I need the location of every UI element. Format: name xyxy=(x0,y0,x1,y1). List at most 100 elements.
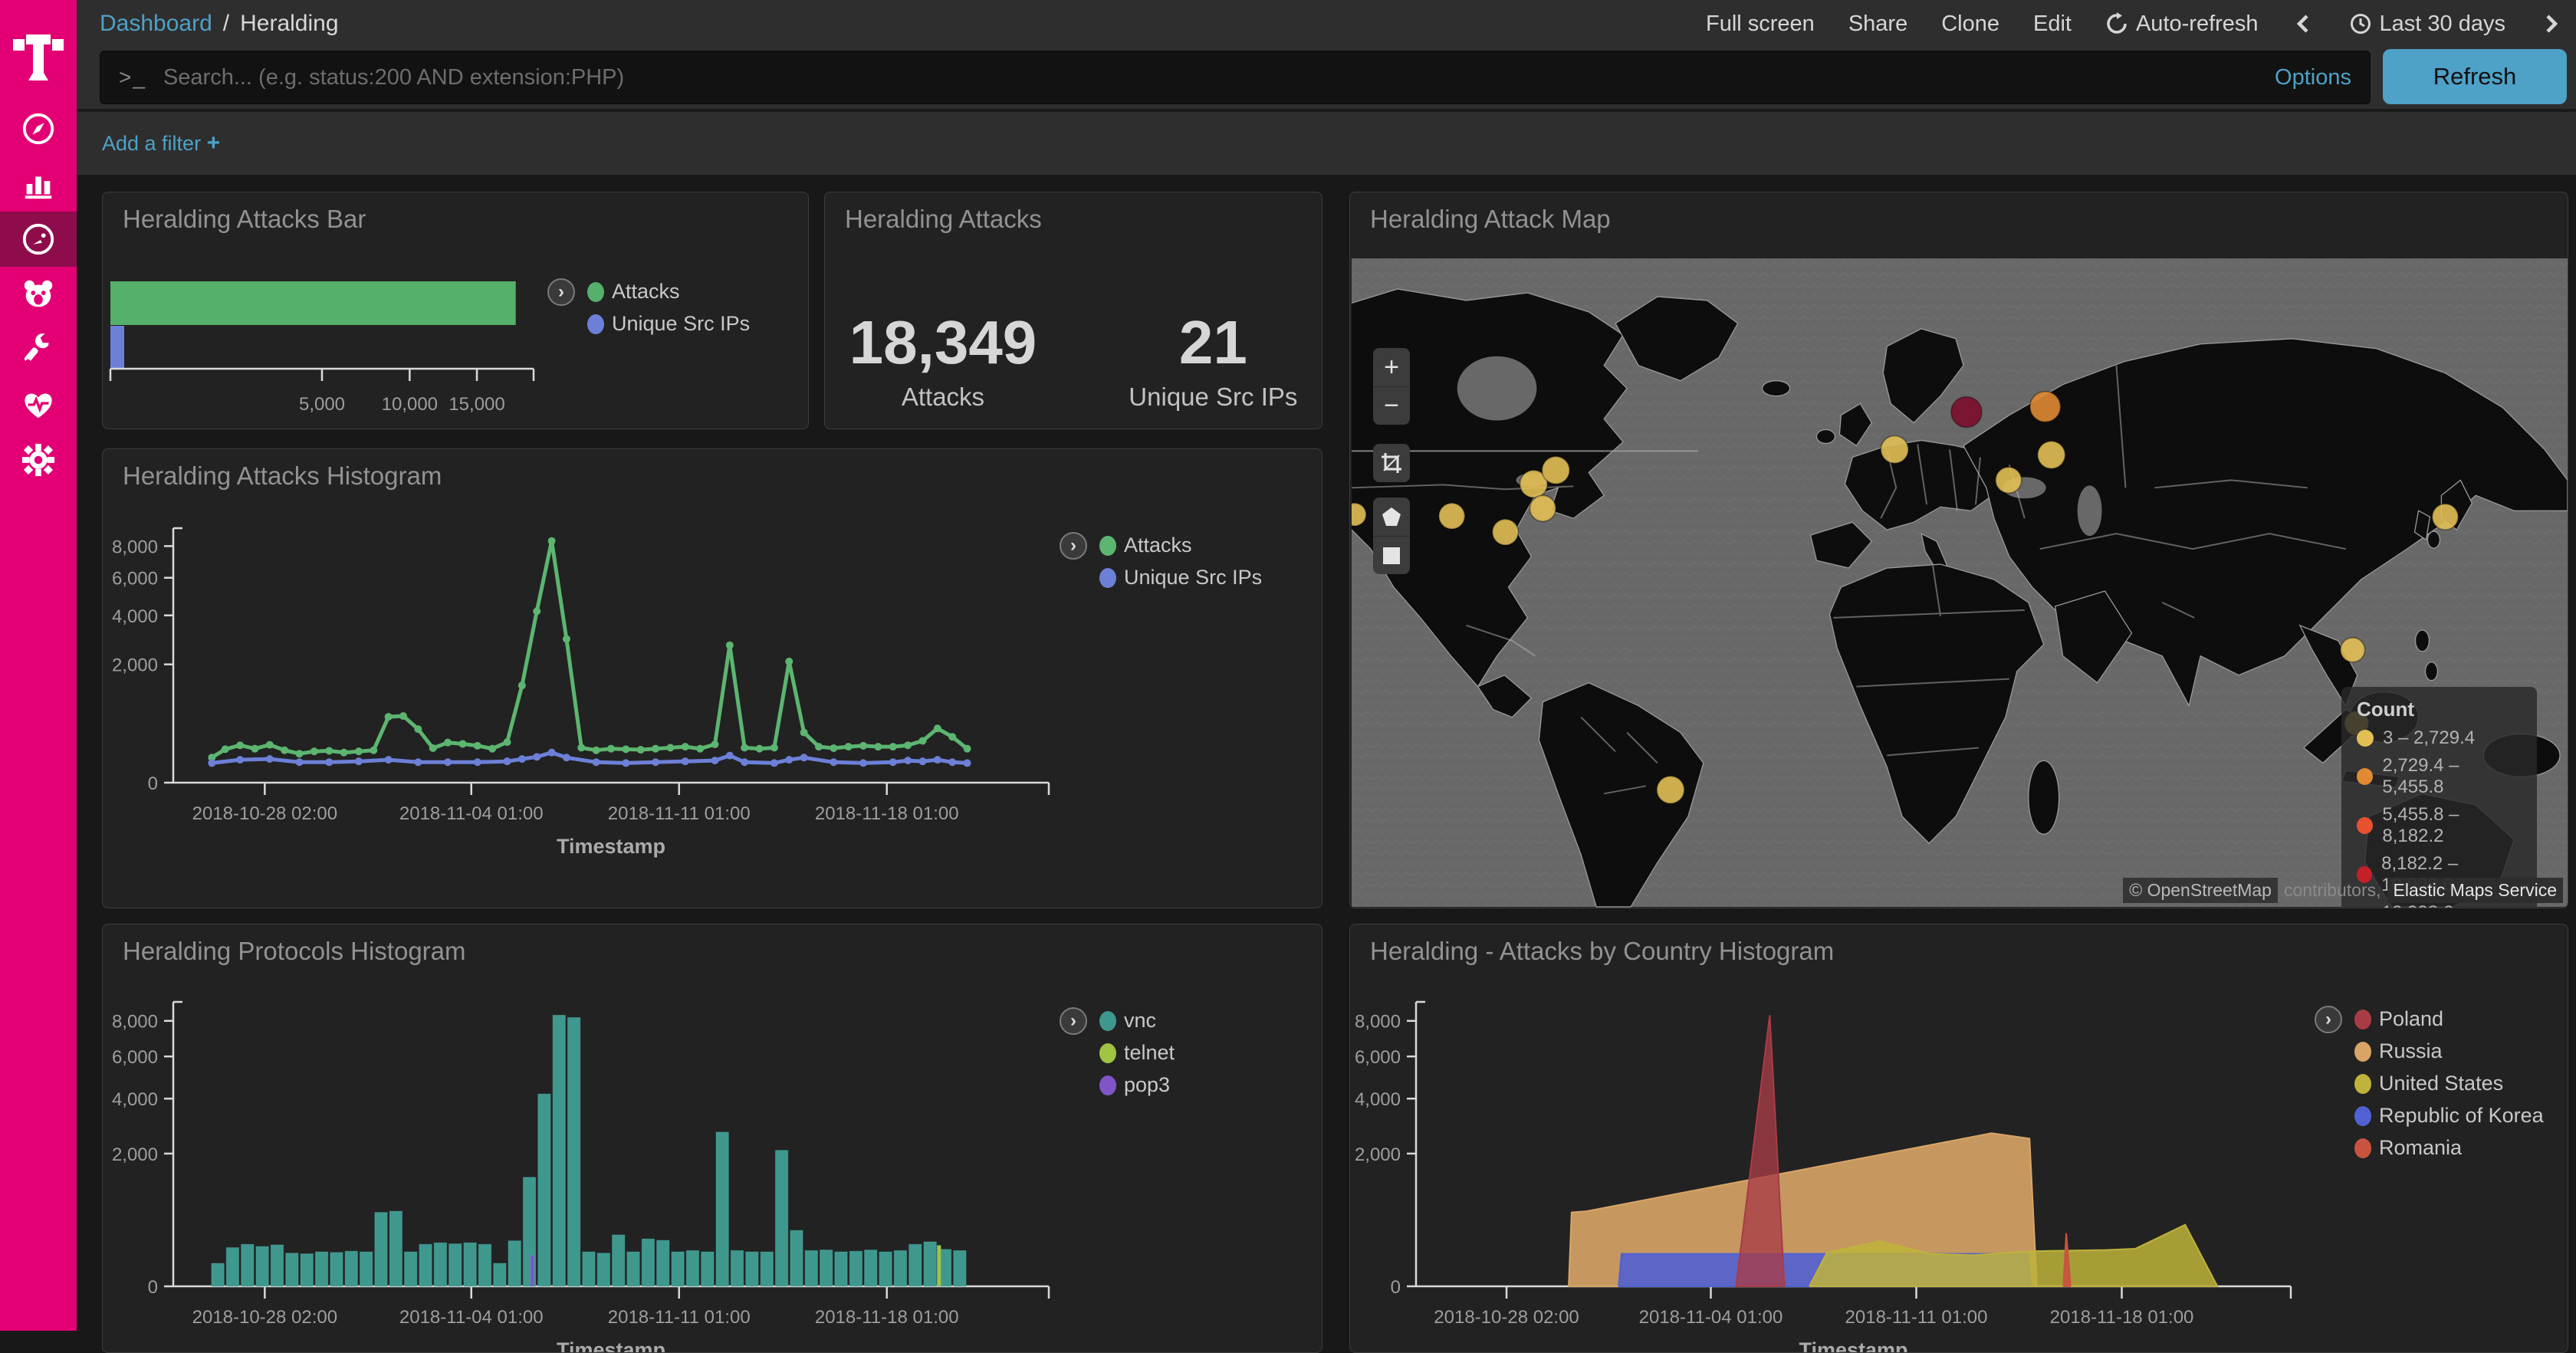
metric-attacks: 18,349 Attacks xyxy=(849,307,1037,412)
svg-text:8,000: 8,000 xyxy=(112,1012,158,1033)
legend-item[interactable]: Russia xyxy=(2354,1039,2544,1063)
zoom-in-button[interactable]: + xyxy=(1373,348,1410,386)
svg-text:0: 0 xyxy=(1391,1277,1401,1298)
panel-attacks-metric: Heralding Attacks 18,349 Attacks 21 Uniq… xyxy=(824,192,1322,429)
t-mobile-logo[interactable] xyxy=(0,0,77,101)
sidebar-item-devtools[interactable] xyxy=(0,322,77,377)
sidebar-item-tpot[interactable] xyxy=(0,267,77,322)
panel-attack-map: Heralding Attack Map xyxy=(1349,192,2568,908)
svg-text:2018-11-11 01:00: 2018-11-11 01:00 xyxy=(608,1307,751,1328)
sidebar-item-dashboard[interactable] xyxy=(0,212,77,267)
legend-item[interactable]: telnet xyxy=(1099,1041,1175,1065)
attacks-histogram-chart[interactable]: 02,0004,0006,0008,0002018-10-28 02:00201… xyxy=(103,449,1322,908)
breadcrumb: Dashboard / Heralding xyxy=(100,11,339,37)
map-count-legend: Count 3 – 2,729.42,729.4 – 5,455.85,455.… xyxy=(2341,687,2537,908)
svg-text:2018-11-18 01:00: 2018-11-18 01:00 xyxy=(815,803,959,824)
svg-text:2018-11-18 01:00: 2018-11-18 01:00 xyxy=(815,1307,959,1328)
breadcrumb-dashboard[interactable]: Dashboard xyxy=(100,11,212,37)
full-screen-button[interactable]: Full screen xyxy=(1706,11,1815,37)
sidebar-item-discover[interactable] xyxy=(0,101,77,156)
panel-country-histogram: Heralding - Attacks by Country Histogram… xyxy=(1349,924,2568,1353)
svg-text:2018-11-18 01:00: 2018-11-18 01:00 xyxy=(2050,1307,2194,1328)
svg-text:8,000: 8,000 xyxy=(112,537,158,557)
draw-rectangle-button[interactable] xyxy=(1373,536,1410,574)
legend-item[interactable]: Unique Src IPs xyxy=(1099,566,1262,589)
time-forward-button[interactable] xyxy=(2539,12,2562,35)
svg-text:Timestamp: Timestamp xyxy=(1799,1338,1907,1352)
legend-item[interactable]: United States xyxy=(2354,1072,2544,1095)
panel-title: Heralding Attacks Bar xyxy=(123,205,366,234)
ems-credit[interactable]: Elastic Maps Service xyxy=(2387,878,2563,903)
protocols-histogram-chart[interactable]: 02,0004,0006,0008,0002018-10-28 02:00201… xyxy=(103,924,1322,1352)
refresh-cycle-icon xyxy=(2105,12,2128,35)
edit-button[interactable]: Edit xyxy=(2033,11,2072,37)
legend: › Attacks Unique Src IPs xyxy=(1060,532,1262,589)
svg-text:2,000: 2,000 xyxy=(112,1144,158,1165)
auto-refresh-button[interactable]: Auto-refresh xyxy=(2105,11,2259,37)
svg-text:5,000: 5,000 xyxy=(299,394,345,415)
nav-bar: Dashboard / Heralding Full screen Share … xyxy=(77,0,2576,48)
svg-text:2018-10-28 02:00: 2018-10-28 02:00 xyxy=(192,1307,338,1328)
legend-item[interactable]: Poland xyxy=(2354,1007,2544,1031)
svg-text:2018-11-04 01:00: 2018-11-04 01:00 xyxy=(1639,1307,1783,1328)
map-legend-item: 2,729.4 – 5,455.8 xyxy=(2357,755,2522,798)
legend-expand-icon[interactable]: › xyxy=(547,278,575,306)
chevron-right-icon xyxy=(2539,12,2562,35)
sidebar xyxy=(0,0,77,1331)
legend-item[interactable]: Unique Src IPs xyxy=(587,312,750,336)
map-viewport[interactable]: + − Count 3 – 2,729.42,729.4 – 5,455.85,… xyxy=(1352,258,2568,908)
metric-unique-src-ips: 21 Unique Src IPs xyxy=(1129,307,1297,412)
sidebar-item-management[interactable] xyxy=(0,432,77,488)
refresh-button[interactable]: Refresh xyxy=(2383,49,2567,104)
wrench-icon xyxy=(21,332,56,367)
clock-icon xyxy=(2349,12,2372,35)
sidebar-item-visualize[interactable] xyxy=(0,156,77,212)
panel-title: Heralding Protocols Histogram xyxy=(123,937,466,966)
options-link[interactable]: Options xyxy=(2275,65,2351,90)
svg-text:8,000: 8,000 xyxy=(1355,1012,1401,1033)
square-icon xyxy=(1382,547,1401,565)
svg-text:2018-10-28 02:00: 2018-10-28 02:00 xyxy=(192,803,338,824)
svg-text:2,000: 2,000 xyxy=(1355,1144,1401,1165)
bear-icon xyxy=(21,277,56,312)
legend-item[interactable]: pop3 xyxy=(1099,1073,1175,1097)
svg-text:6,000: 6,000 xyxy=(1355,1047,1401,1068)
svg-text:0: 0 xyxy=(148,1277,158,1298)
legend-item[interactable]: Attacks xyxy=(1099,534,1262,557)
legend-item[interactable]: Republic of Korea xyxy=(2354,1104,2544,1128)
legend-item[interactable]: Romania xyxy=(2354,1136,2544,1160)
svg-text:4,000: 4,000 xyxy=(1355,1089,1401,1110)
legend: › Poland Russia United States Republic of Ko… xyxy=(2315,1006,2544,1160)
metric-value: 21 xyxy=(1129,307,1297,378)
add-filter-link[interactable]: Add a filter + xyxy=(102,130,220,156)
legend-title: Count xyxy=(2357,698,2522,721)
fit-bounds-button[interactable] xyxy=(1373,444,1410,482)
legend-item[interactable]: Attacks xyxy=(587,280,750,304)
legend-item[interactable]: vnc xyxy=(1099,1009,1175,1033)
osm-credit[interactable]: © OpenStreetMap xyxy=(2123,878,2278,903)
zoom-out-button[interactable]: − xyxy=(1373,386,1410,425)
time-back-button[interactable] xyxy=(2292,12,2315,35)
svg-text:6,000: 6,000 xyxy=(112,569,158,589)
svg-text:2,000: 2,000 xyxy=(112,655,158,676)
legend-expand-icon[interactable]: › xyxy=(2315,1006,2342,1033)
share-button[interactable]: Share xyxy=(1848,11,1907,37)
panel-title: Heralding Attack Map xyxy=(1370,205,1611,234)
sidebar-item-monitoring[interactable] xyxy=(0,377,77,432)
legend-expand-icon[interactable]: › xyxy=(1060,1007,1087,1035)
legend-expand-icon[interactable]: › xyxy=(1060,532,1087,560)
panel-attacks-bar: Heralding Attacks Bar 5,00010,00015,000 … xyxy=(102,192,809,429)
plus-icon: + xyxy=(207,130,221,156)
chevron-left-icon xyxy=(2292,12,2315,35)
polygon-icon xyxy=(1382,507,1401,527)
breadcrumb-separator: / xyxy=(223,11,229,37)
search-input[interactable] xyxy=(163,65,2275,90)
clone-button[interactable]: Clone xyxy=(1941,11,1999,37)
bar-chart-icon xyxy=(21,166,56,202)
map-legend-item: 5,455.8 – 8,182.2 xyxy=(2357,804,2522,847)
svg-text:Timestamp: Timestamp xyxy=(557,835,665,858)
time-picker-button[interactable]: Last 30 days xyxy=(2349,11,2505,37)
svg-text:6,000: 6,000 xyxy=(112,1047,158,1068)
draw-polygon-button[interactable] xyxy=(1373,498,1410,536)
svg-text:Timestamp: Timestamp xyxy=(557,1338,665,1352)
